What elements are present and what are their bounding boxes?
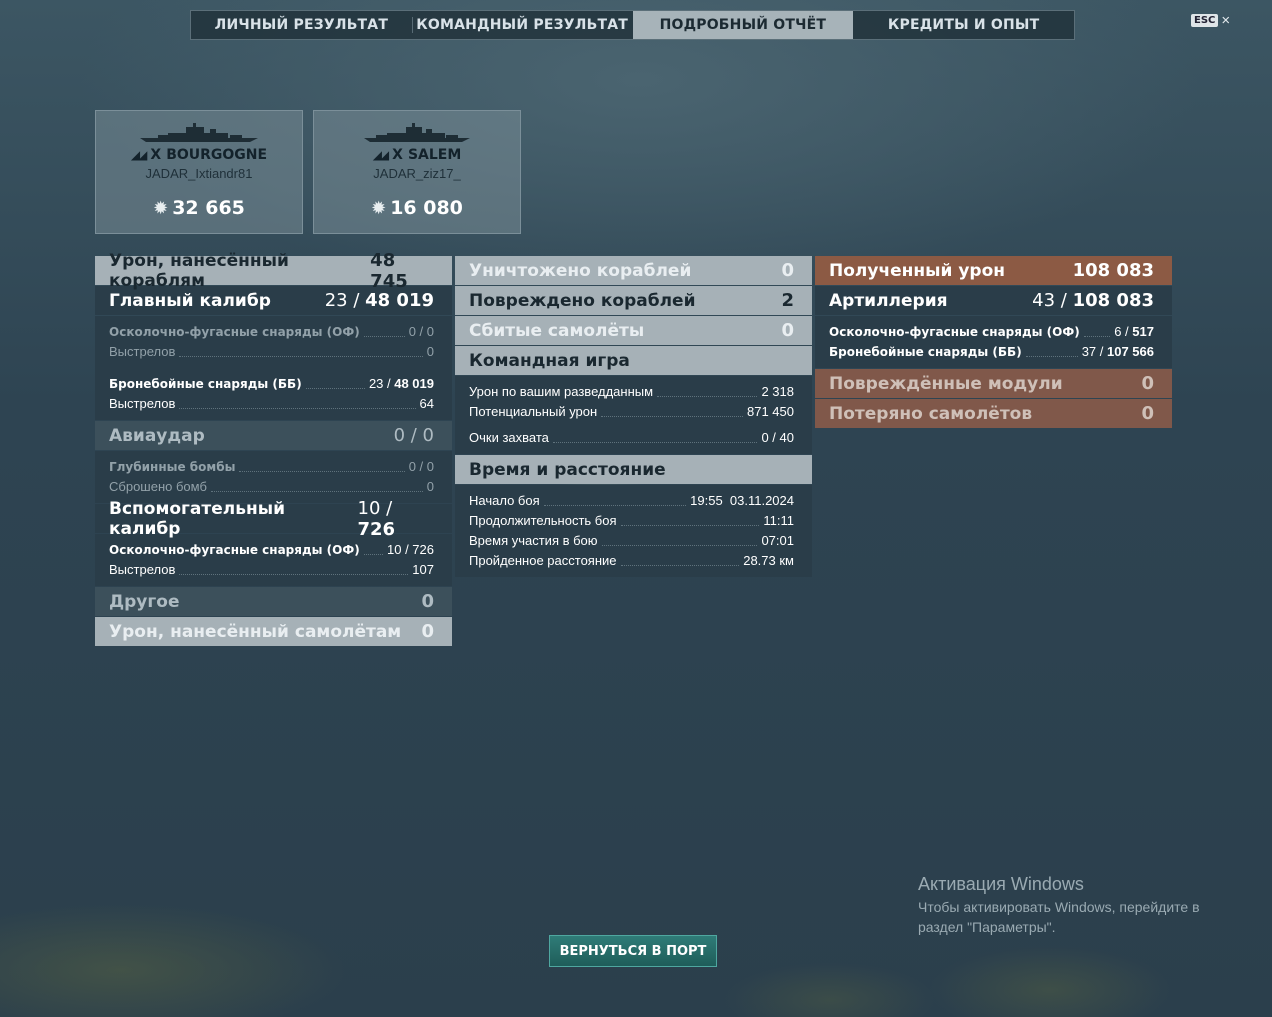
list-item: Время участия в бою 07:01: [469, 533, 794, 548]
battleship-silhouette-icon: [140, 123, 258, 142]
artillery-details: Осколочно-фугасные снаряды (ОФ) 6 / 517 Б…: [815, 316, 1172, 368]
damaged-modules-header: Повреждённые модули 0: [815, 369, 1172, 398]
ships-damaged-header: Повреждено кораблей 2: [455, 286, 812, 315]
team-play-header: Командная игра: [455, 346, 812, 375]
nation-flag-icon: ◢◢: [372, 148, 390, 162]
damage-received-panel: Полученный урон 108 083 Артиллерия 43 / …: [815, 256, 1172, 429]
list-item: Сброшено бомб 0: [109, 479, 434, 494]
ships-destroyed-header: Уничтожено кораблей 0: [455, 256, 812, 285]
result-tabs: ЛИЧНЫЙ РЕЗУЛЬТАТ КОМАНДНЫЙ РЕЗУЛЬТАТ ПОД…: [190, 10, 1075, 40]
windows-activation-watermark: Активация Windows Чтобы активировать Win…: [918, 874, 1200, 935]
ship-title: SALEM: [407, 147, 462, 163]
close-button[interactable]: ESC ×: [1191, 13, 1230, 28]
list-item: Урон по вашим разведданным 2 318: [469, 384, 794, 399]
list-item: Осколочно-фугасные снаряды (ОФ) 10 / 726: [109, 542, 434, 557]
ship-card-2[interactable]: ◢◢ X SALEM JADAR_ziz17_ ✹ 16 080: [313, 110, 521, 234]
airstrike-header: Авиаудар 0 / 0: [95, 421, 452, 450]
player-name: JADAR_ziz17_: [373, 166, 461, 181]
team-play-details: Урон по вашим разведданным 2 318 Потенциа…: [455, 376, 812, 454]
list-item: Потенциальный урон 871 450: [469, 404, 794, 419]
time-distance-header: Время и расстояние: [455, 455, 812, 484]
nation-flag-icon: ◢◢: [130, 148, 148, 162]
ship-score-value: 32 665: [172, 197, 245, 219]
ship-card-1[interactable]: ◢◢ X BOURGOGNE JADAR_Ixtiandr81 ✹ 32 665: [95, 110, 303, 234]
tab-detailed-report[interactable]: ПОДРОБНЫЙ ОТЧЁТ: [632, 11, 854, 39]
airstrike-details: Глубинные бомбы 0 / 0 Сброшено бомб 0: [95, 451, 452, 503]
ship-score: ✹ 32 665: [96, 197, 302, 219]
other-damage-header: Другое 0: [95, 587, 452, 616]
list-item: Осколочно-фугасные снаряды (ОФ) 0 / 0: [109, 324, 434, 339]
damage-dealt-total: 48 745: [370, 249, 408, 292]
secondary-battery-header: Вспомогательный калибр 10 / 726: [95, 498, 452, 540]
list-item: Осколочно-фугасные снаряды (ОФ) 6 / 517: [829, 324, 1154, 339]
artillery-header: Артиллерия 43 / 108 083: [815, 286, 1172, 315]
tab-credits-xp[interactable]: КРЕДИТЫ И ОПЫТ: [853, 11, 1074, 39]
ship-name: ◢◢ X BOURGOGNE: [96, 147, 302, 163]
planes-shot-header: Сбитые самолёты 0: [455, 316, 812, 345]
list-item: Пройденное расстояние 28.73 км: [469, 553, 794, 568]
list-item: Очки захвата 0 / 40: [469, 430, 794, 445]
cruiser-silhouette-icon: [364, 123, 470, 142]
list-item: Бронебойные снаряды (ББ) 37 / 107 566: [829, 344, 1154, 359]
list-item: Бронебойные снаряды (ББ) 23 / 48 019: [109, 376, 434, 391]
list-item: Начало боя 19:55 03.11.2024: [469, 493, 794, 508]
damage-dealt-header: Урон, нанесённый кораблям 48 745: [95, 250, 452, 292]
list-item: Выстрелов 0: [109, 344, 434, 359]
damage-burst-icon: ✹: [153, 197, 169, 219]
ship-title: BOURGOGNE: [166, 147, 268, 163]
return-to-port-button[interactable]: ВЕРНУТЬСЯ В ПОРТ: [549, 935, 717, 967]
ship-tier: X: [392, 147, 403, 163]
damage-burst-icon: ✹: [371, 197, 387, 219]
secondary-battery-details: Осколочно-фугасные снаряды (ОФ) 10 / 726 …: [95, 534, 452, 586]
ship-score: ✹ 16 080: [314, 197, 520, 219]
tab-team-result[interactable]: КОМАНДНЫЙ РЕЗУЛЬТАТ: [411, 11, 633, 39]
list-item: Глубинные бомбы 0 / 0: [109, 459, 434, 474]
tab-personal-result[interactable]: ЛИЧНЫЙ РЕЗУЛЬТАТ: [191, 11, 412, 39]
plane-damage-header: Урон, нанесённый самолётам 0: [95, 617, 452, 646]
esc-key-label: ESC: [1191, 14, 1219, 27]
main-battery-details: Осколочно-фугасные снаряды (ОФ) 0 / 0 Выс…: [95, 316, 452, 420]
ship-score-value: 16 080: [390, 197, 463, 219]
damage-dealt-panel: Урон, нанесённый кораблям 48 745 Главный…: [95, 250, 452, 647]
close-icon[interactable]: ×: [1221, 13, 1230, 28]
planes-lost-header: Потеряно самолётов 0: [815, 399, 1172, 428]
ship-tier: X: [150, 147, 162, 163]
damage-received-header: Полученный урон 108 083: [815, 256, 1172, 285]
player-name: JADAR_Ixtiandr81: [145, 166, 253, 181]
list-item: Выстрелов 107: [109, 562, 434, 577]
list-item: Выстрелов 64: [109, 396, 434, 411]
time-distance-details: Начало боя 19:55 03.11.2024 Продолжительн…: [455, 485, 812, 577]
battle-stats-panel: Уничтожено кораблей 0 Повреждено корабле…: [455, 256, 812, 578]
list-item: Продолжительность боя 11:11: [469, 513, 794, 528]
ship-name: ◢◢ X SALEM: [314, 147, 520, 163]
